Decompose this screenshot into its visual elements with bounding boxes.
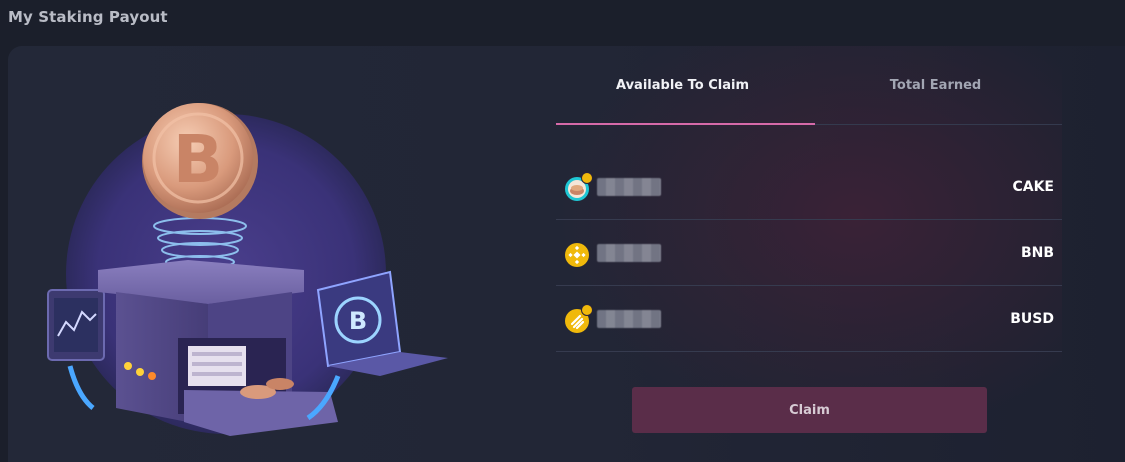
list-item: CAKE (556, 154, 1062, 220)
payout-panel: Available To Claim Total Earned CAKE BNB… (556, 46, 1062, 462)
blurred-amount (597, 243, 661, 262)
list-item: BUSD (556, 286, 1062, 352)
cake-token-icon (565, 171, 593, 201)
page-title: My Staking Payout (8, 8, 168, 26)
token-symbol: BNB (1020, 244, 1054, 261)
busd-token-icon (565, 303, 593, 333)
blurred-amount (597, 309, 661, 328)
svg-text:B: B (173, 121, 223, 198)
token-symbol: BUSD (1010, 310, 1054, 327)
svg-text:B: B (349, 307, 367, 335)
staking-machine-illustration: B B (47, 103, 448, 436)
bnb-token-icon (565, 242, 589, 267)
tab-total-earned[interactable]: Total Earned (809, 46, 1062, 124)
laptop: B (306, 270, 448, 421)
payout-tabs: Available To Claim Total Earned (556, 46, 1062, 125)
token-list: CAKE BNB BUSD (556, 154, 1062, 352)
tab-available-to-claim[interactable]: Available To Claim (556, 46, 815, 125)
chart-monitor (47, 289, 105, 410)
token-symbol: CAKE (1012, 178, 1054, 195)
list-item: BNB (556, 220, 1062, 286)
blurred-amount (597, 177, 661, 196)
staking-payout-card: B B Available To Claim Total Earned CAKE… (8, 46, 1125, 462)
bitcoin-coin: B (142, 103, 258, 219)
claim-button[interactable]: Claim (632, 387, 987, 433)
